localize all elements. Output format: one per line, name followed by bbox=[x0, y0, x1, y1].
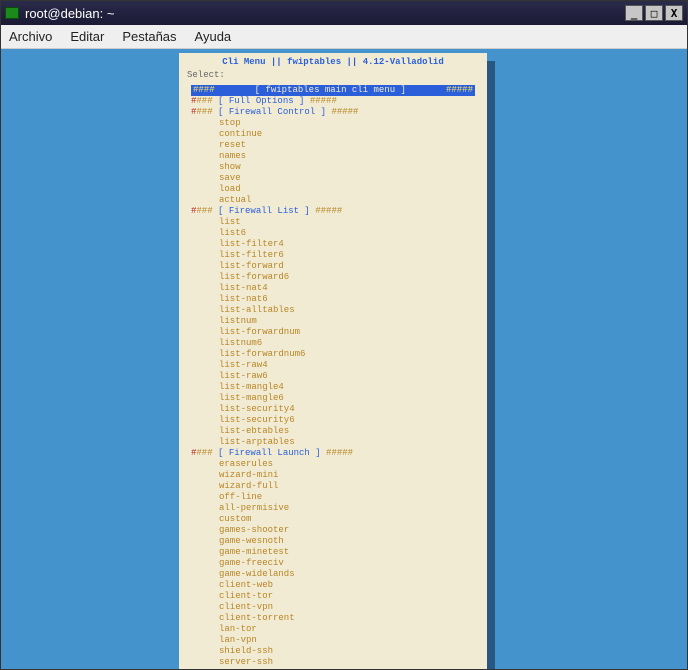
tui-section-header[interactable]: #### [ Firewall Launch ] ##### bbox=[191, 448, 475, 459]
tui-item[interactable]: show bbox=[191, 162, 475, 173]
tui-item[interactable]: actual bbox=[191, 195, 475, 206]
tui-item[interactable]: list-forward bbox=[191, 261, 475, 272]
tui-item[interactable]: list-security4 bbox=[191, 404, 475, 415]
tui-item[interactable]: list-alltables bbox=[191, 305, 475, 316]
window-title: root@debian: ~ bbox=[25, 6, 114, 21]
tui-item[interactable]: client-web bbox=[191, 580, 475, 591]
tui-item[interactable]: game-widelands bbox=[191, 569, 475, 580]
tui-title: Cli Menu || fwiptables || 4.12-Valladoli… bbox=[185, 57, 481, 68]
tui-item[interactable]: list-nat4 bbox=[191, 283, 475, 294]
titlebar[interactable]: root@debian: ~ _ □ X bbox=[1, 1, 687, 25]
tui-select-label: Select: bbox=[185, 68, 481, 83]
tui-item[interactable]: eraserules bbox=[191, 459, 475, 470]
menu-archivo[interactable]: Archivo bbox=[9, 29, 52, 44]
tui-item[interactable]: continue bbox=[191, 129, 475, 140]
tui-item[interactable]: list-filter6 bbox=[191, 250, 475, 261]
tui-item[interactable]: list-arptables bbox=[191, 437, 475, 448]
terminal-icon bbox=[5, 7, 19, 19]
tui-item[interactable]: list-nat6 bbox=[191, 294, 475, 305]
tui-item[interactable]: wizard-mini bbox=[191, 470, 475, 481]
tui-item[interactable]: stop bbox=[191, 118, 475, 129]
window-controls: _ □ X bbox=[625, 5, 683, 21]
tui-item[interactable]: off-line bbox=[191, 492, 475, 503]
tui-item[interactable]: list-filter4 bbox=[191, 239, 475, 250]
tui-item[interactable]: custom bbox=[191, 514, 475, 525]
menubar: Archivo Editar Pestañas Ayuda bbox=[1, 25, 687, 49]
tui-item[interactable]: client-tor bbox=[191, 591, 475, 602]
tui-item[interactable]: list-forward6 bbox=[191, 272, 475, 283]
tui-item[interactable]: client-torrent bbox=[191, 613, 475, 624]
tui-section-header[interactable]: #### [ Firewall List ] ##### bbox=[191, 206, 475, 217]
menu-pestanas[interactable]: Pestañas bbox=[122, 29, 176, 44]
terminal-area[interactable]: Cli Menu || fwiptables || 4.12-Valladoli… bbox=[1, 49, 687, 669]
tui-item[interactable]: game-wesnoth bbox=[191, 536, 475, 547]
tui-item[interactable]: client-vpn bbox=[191, 602, 475, 613]
tui-item[interactable]: list-ebtables bbox=[191, 426, 475, 437]
tui-item[interactable]: list6 bbox=[191, 228, 475, 239]
tui-item[interactable]: list-forwardnum6 bbox=[191, 349, 475, 360]
tui-item[interactable]: load bbox=[191, 184, 475, 195]
tui-item[interactable]: shield-ssh bbox=[191, 646, 475, 657]
tui-item[interactable]: list bbox=[191, 217, 475, 228]
tui-selected-row[interactable]: #### [ fwiptables main cli menu ] ##### bbox=[191, 85, 475, 96]
menu-ayuda[interactable]: Ayuda bbox=[195, 29, 232, 44]
tui-item[interactable]: reset bbox=[191, 140, 475, 151]
minimize-button[interactable]: _ bbox=[625, 5, 643, 21]
tui-dialog: Cli Menu || fwiptables || 4.12-Valladoli… bbox=[179, 53, 487, 669]
tui-item[interactable]: list-forwardnum bbox=[191, 327, 475, 338]
tui-list[interactable]: #### [ fwiptables main cli menu ] ##### … bbox=[185, 83, 481, 669]
terminal-window: root@debian: ~ _ □ X Archivo Editar Pest… bbox=[0, 0, 688, 670]
tui-item[interactable]: lan-vpn bbox=[191, 635, 475, 646]
tui-section-header[interactable]: #### [ Firewall Control ] ##### bbox=[191, 107, 475, 118]
tui-item[interactable]: listnum6 bbox=[191, 338, 475, 349]
tui-item[interactable]: lan-tor bbox=[191, 624, 475, 635]
tui-section-header[interactable]: #### [ Full Options ] ##### bbox=[191, 96, 475, 107]
maximize-button[interactable]: □ bbox=[645, 5, 663, 21]
tui-item[interactable]: names bbox=[191, 151, 475, 162]
tui-item[interactable]: list-mangle4 bbox=[191, 382, 475, 393]
close-button[interactable]: X bbox=[665, 5, 683, 21]
tui-item[interactable]: list-raw4 bbox=[191, 360, 475, 371]
tui-item[interactable]: save bbox=[191, 173, 475, 184]
tui-item[interactable]: list-security6 bbox=[191, 415, 475, 426]
tui-item[interactable]: list-mangle6 bbox=[191, 393, 475, 404]
tui-item[interactable]: wizard-full bbox=[191, 481, 475, 492]
tui-item[interactable]: games-shooter bbox=[191, 525, 475, 536]
tui-item[interactable]: all-permisive bbox=[191, 503, 475, 514]
tui-item[interactable]: list-raw6 bbox=[191, 371, 475, 382]
tui-item[interactable]: game-freeciv bbox=[191, 558, 475, 569]
tui-item[interactable]: server-ssh bbox=[191, 657, 475, 668]
tui-item[interactable]: listnum bbox=[191, 316, 475, 327]
tui-item[interactable]: game-minetest bbox=[191, 547, 475, 558]
menu-editar[interactable]: Editar bbox=[70, 29, 104, 44]
